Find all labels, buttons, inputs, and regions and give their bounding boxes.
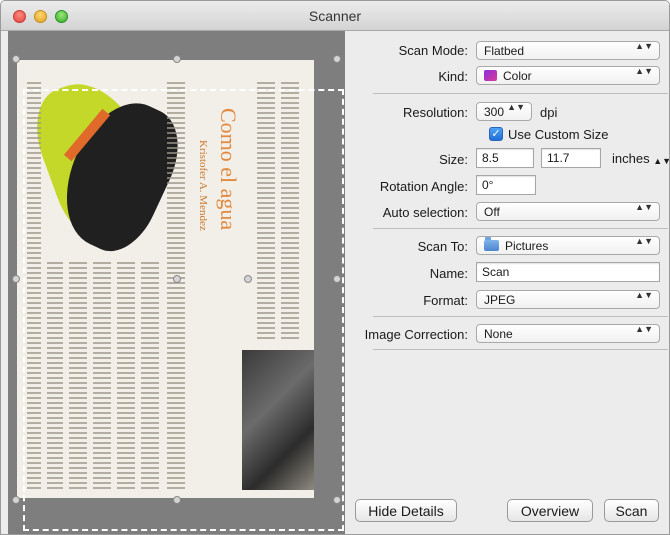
size-height-field[interactable]: 11.7	[541, 148, 601, 168]
text-line	[257, 82, 275, 84]
image-correction-popup[interactable]: None ▲▼	[476, 324, 660, 343]
format-popup[interactable]: JPEG ▲▼	[476, 290, 660, 309]
name-field[interactable]: Scan	[476, 262, 660, 282]
crop-handle-bottom-left[interactable]	[12, 496, 20, 504]
image-correction-label: Image Correction:	[364, 327, 468, 342]
size-unit-popup[interactable]: inches ▲▼	[612, 151, 670, 166]
scan-to-value: Pictures	[505, 239, 549, 253]
crop-handle-top-middle[interactable]	[173, 55, 181, 63]
text-line	[167, 82, 185, 84]
scan-preview-area[interactable]: Como el agua Kristofer A. Mendez	[8, 31, 345, 534]
use-custom-size-label: Use Custom Size	[508, 127, 609, 142]
rotation-angle-field[interactable]: 0°	[476, 175, 536, 195]
pictures-folder-icon	[484, 237, 499, 251]
rotation-angle-label: Rotation Angle:	[379, 179, 468, 194]
crop-handle-top-right[interactable]	[333, 55, 341, 63]
crop-handle-top-left[interactable]	[12, 55, 20, 63]
resolution-popup[interactable]: 300 ▲▼	[476, 102, 532, 121]
crop-handle-bottom-middle[interactable]	[173, 496, 181, 504]
auto-selection-popup[interactable]: Off ▲▼	[476, 202, 660, 221]
name-label: Name:	[429, 266, 468, 281]
scan-to-popup[interactable]: Pictures ▲▼	[476, 236, 660, 255]
popup-arrows-icon: ▲▼	[635, 41, 653, 51]
section-separator	[373, 228, 668, 229]
popup-arrows-icon: ▲▼	[507, 102, 525, 112]
popup-arrows-icon: ▲▼	[635, 202, 653, 212]
auto-selection-label: Auto selection:	[382, 205, 468, 220]
crop-handle-center[interactable]	[173, 275, 181, 283]
crop-handle-bottom-right[interactable]	[333, 496, 341, 504]
kind-value: Color	[503, 69, 532, 83]
use-custom-size-checkbox[interactable]: ✓	[489, 127, 503, 141]
kind-label: Kind:	[438, 69, 468, 84]
resolution-unit: dpi	[540, 105, 558, 120]
kind-popup[interactable]: Color ▲▼	[476, 66, 660, 85]
crop-handle-center-right[interactable]	[244, 275, 252, 283]
crop-handle-middle-right[interactable]	[333, 275, 341, 283]
scan-mode-label: Scan Mode:	[398, 43, 468, 58]
section-separator	[373, 93, 668, 94]
section-separator	[373, 316, 668, 317]
format-label: Format:	[423, 293, 468, 308]
scan-mode-popup[interactable]: Flatbed ▲▼	[476, 41, 660, 60]
color-kind-icon	[484, 70, 497, 81]
scan-button[interactable]: Scan	[604, 499, 659, 522]
title-bar: Scanner	[1, 1, 669, 31]
window-title: Scanner	[308, 8, 362, 24]
scan-mode-value: Flatbed	[484, 44, 525, 58]
overview-button[interactable]: Overview	[507, 499, 593, 522]
crop-selection-box[interactable]	[23, 89, 344, 531]
unit-stepper-icon: ▲▼	[653, 156, 670, 166]
scanner-window: Scanner Como el agua Kristofer A. Mendez…	[0, 0, 670, 535]
popup-arrows-icon: ▲▼	[635, 290, 653, 300]
text-line	[27, 82, 41, 84]
size-unit-value: inches	[612, 151, 650, 166]
image-correction-value: None	[484, 327, 513, 341]
scan-settings-panel: Scan Mode: Flatbed ▲▼ Kind: Color ▲▼ Res…	[346, 31, 670, 534]
popup-arrows-icon: ▲▼	[635, 324, 653, 334]
crop-handle-middle-left[interactable]	[12, 275, 20, 283]
popup-arrows-icon: ▲▼	[635, 66, 653, 76]
size-width-field[interactable]: 8.5	[476, 148, 534, 168]
format-value: JPEG	[484, 293, 516, 307]
resolution-value: 300	[484, 105, 505, 119]
hide-details-button[interactable]: Hide Details	[355, 499, 457, 522]
popup-arrows-icon: ▲▼	[635, 236, 653, 246]
auto-selection-value: Off	[484, 205, 500, 219]
resolution-label: Resolution:	[402, 105, 468, 120]
text-line	[281, 82, 299, 84]
size-label: Size:	[439, 152, 468, 167]
section-separator	[373, 349, 668, 350]
scan-to-label: Scan To:	[417, 239, 468, 254]
